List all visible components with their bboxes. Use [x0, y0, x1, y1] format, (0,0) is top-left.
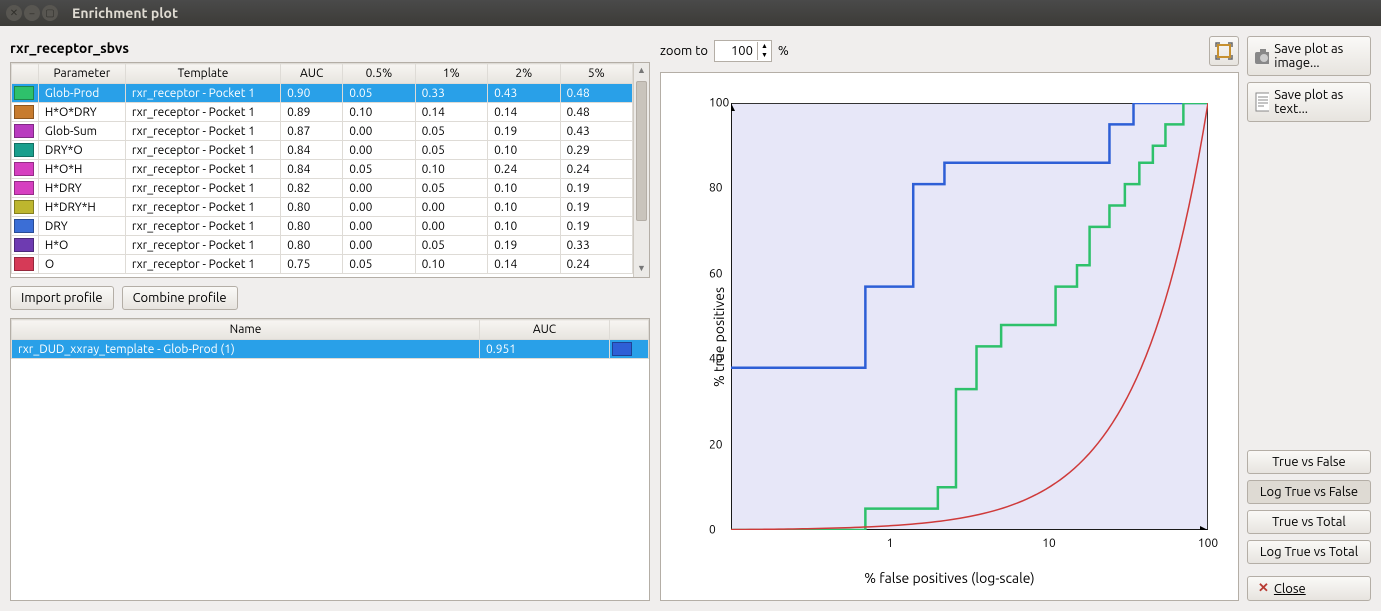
color-swatch	[14, 143, 34, 157]
color-swatch	[14, 124, 34, 138]
table-row[interactable]: Glob-Prodrxr_receptor - Pocket 10.900.05…	[12, 84, 633, 103]
true-vs-total-button[interactable]: True vs Total	[1247, 510, 1371, 534]
column-header[interactable]	[12, 64, 39, 84]
document-icon	[1254, 92, 1269, 112]
x-tick: 10	[1042, 537, 1056, 550]
zoom-suffix: %	[778, 44, 789, 58]
y-tick: 0	[709, 524, 716, 537]
column-header[interactable]: Template	[125, 64, 280, 84]
y-tick: 20	[709, 438, 723, 451]
table-row[interactable]: H*DRY*Hrxr_receptor - Pocket 10.800.000.…	[12, 198, 633, 217]
table-row[interactable]: H*O*DRYrxr_receptor - Pocket 10.890.100.…	[12, 103, 633, 122]
fit-view-button[interactable]	[1209, 36, 1239, 66]
fit-icon	[1215, 42, 1233, 60]
table-row[interactable]: DRYrxr_receptor - Pocket 10.800.000.000.…	[12, 217, 633, 236]
color-swatch	[14, 257, 34, 271]
zoom-down[interactable]: ▼	[758, 51, 771, 60]
table-row[interactable]: DRY*Orxr_receptor - Pocket 10.840.000.05…	[12, 141, 633, 160]
column-header[interactable]: Name	[12, 320, 480, 340]
y-tick: 40	[709, 353, 723, 366]
color-swatch	[612, 342, 632, 356]
table-scrollbar[interactable]: ▲ ▼	[633, 63, 649, 277]
window-maximize-button[interactable]: ▢	[42, 5, 58, 21]
column-header[interactable]	[609, 320, 648, 340]
y-tick: 100	[709, 97, 729, 110]
table-row[interactable]: H*Orxr_receptor - Pocket 10.800.000.050.…	[12, 236, 633, 255]
log-true-vs-false-button[interactable]: Log True vs False	[1247, 480, 1371, 504]
close-button[interactable]: ✕ Close	[1247, 576, 1371, 601]
color-swatch	[14, 105, 34, 119]
dataset-title: rxr_receptor_sbvs	[10, 36, 650, 62]
color-swatch	[14, 162, 34, 176]
y-axis-label: % true positives	[711, 286, 727, 386]
zoom-up[interactable]: ▲	[758, 42, 771, 51]
window-minimize-button[interactable]: –	[24, 5, 40, 21]
import-profile-button[interactable]: Import profile	[10, 286, 114, 310]
zoom-input[interactable]	[715, 44, 757, 58]
enrichment-plot[interactable]: % true positives % false positives (log-…	[660, 72, 1239, 601]
column-header[interactable]: 0.5%	[343, 64, 415, 84]
save-plot-text-button[interactable]: Save plot as text...	[1247, 82, 1371, 122]
zoom-spinner[interactable]: ▲▼	[714, 40, 772, 62]
column-header[interactable]: AUC	[281, 64, 343, 84]
x-tick: 1	[887, 537, 894, 550]
color-swatch	[14, 200, 34, 214]
x-tick: 100	[1198, 537, 1218, 550]
table-row[interactable]: Orxr_receptor - Pocket 10.750.050.100.14…	[12, 255, 633, 274]
color-swatch	[14, 219, 34, 233]
window-close-button[interactable]: ✕	[6, 5, 22, 21]
color-swatch	[14, 181, 34, 195]
camera-icon	[1254, 47, 1269, 65]
combine-profile-button[interactable]: Combine profile	[122, 286, 238, 310]
titlebar: ✕ – ▢ Enrichment plot	[0, 0, 1381, 26]
column-header[interactable]: 2%	[488, 64, 560, 84]
column-header[interactable]: AUC	[479, 320, 609, 340]
log-true-vs-total-button[interactable]: Log True vs Total	[1247, 540, 1371, 564]
y-tick: 60	[709, 267, 723, 280]
table-row[interactable]: H*DRYrxr_receptor - Pocket 10.820.000.05…	[12, 179, 633, 198]
table-row[interactable]: Glob-Sumrxr_receptor - Pocket 10.870.000…	[12, 122, 633, 141]
color-swatch	[14, 86, 34, 100]
zoom-label: zoom to	[660, 44, 708, 58]
x-axis-label: % false positives (log-scale)	[864, 570, 1034, 586]
parameter-table[interactable]: ParameterTemplateAUC0.5%1%2%5% Glob-Prod…	[10, 62, 650, 278]
profile-table[interactable]: NameAUC rxr_DUD_xxray_template - Glob-Pr…	[10, 318, 650, 601]
column-header[interactable]: 1%	[415, 64, 487, 84]
window-title: Enrichment plot	[72, 5, 178, 21]
close-icon: ✕	[1258, 581, 1269, 596]
y-tick: 80	[709, 182, 723, 195]
column-header[interactable]: 5%	[560, 64, 633, 84]
table-row[interactable]: rxr_DUD_xxray_template - Glob-Prod (1)0.…	[12, 340, 649, 359]
table-row[interactable]: H*O*Hrxr_receptor - Pocket 10.840.050.10…	[12, 160, 633, 179]
column-header[interactable]: Parameter	[38, 64, 125, 84]
color-swatch	[14, 238, 34, 252]
save-plot-image-button[interactable]: Save plot as image...	[1247, 36, 1371, 76]
true-vs-false-button[interactable]: True vs False	[1247, 450, 1371, 474]
